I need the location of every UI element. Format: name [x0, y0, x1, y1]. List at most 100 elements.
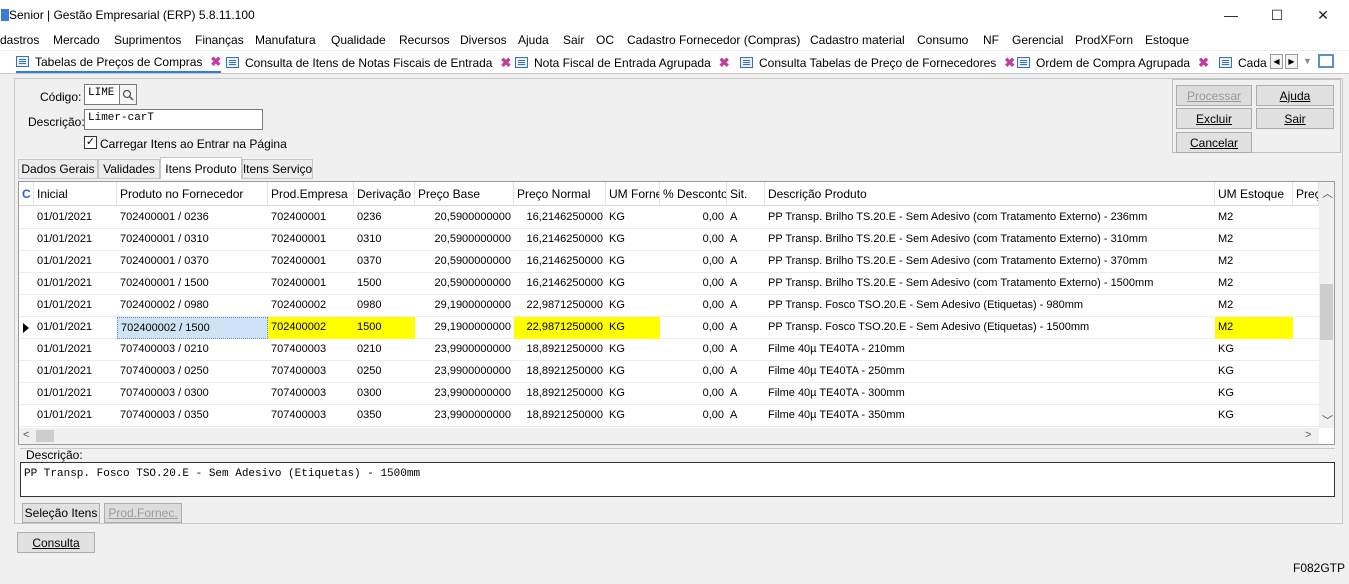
cell-desconto[interactable]: 0,00: [660, 251, 727, 273]
cell-desconto[interactable]: 0,00: [660, 405, 727, 427]
cell-prod-empresa[interactable]: 707400003: [268, 405, 354, 427]
menu-diversos[interactable]: Diversos: [460, 33, 507, 47]
menu-oc[interactable]: OC: [596, 33, 614, 47]
close-tab-icon[interactable]: ✖: [500, 55, 511, 71]
cell-sit[interactable]: A: [727, 273, 765, 295]
cell-um-forne[interactable]: KG: [606, 383, 660, 405]
grid-vertical-scrollbar[interactable]: ︿ ﹀: [1319, 182, 1334, 428]
cell-descricao-produto[interactable]: PP Transp. Fosco TSO.20.E - Sem Adesivo …: [765, 317, 1215, 339]
close-button[interactable]: ✕: [1300, 0, 1346, 30]
processar-button[interactable]: Processar: [1176, 85, 1252, 106]
cell-sit[interactable]: A: [727, 317, 765, 339]
cell-sit[interactable]: A: [727, 295, 765, 317]
cell-inicial[interactable]: 01/01/2021: [34, 229, 117, 251]
cell-preco-normal[interactable]: 16,2146250000: [514, 251, 606, 273]
menu-financas[interactable]: Finanças: [195, 33, 244, 47]
cell-preco-normal[interactable]: 16,2146250000: [514, 273, 606, 295]
cell-desconto[interactable]: 0,00: [660, 207, 727, 229]
cell-preco-base[interactable]: 23,9900000000: [415, 339, 514, 361]
cell-um-forne[interactable]: KG: [606, 229, 660, 251]
table-row[interactable]: 01/01/2021 702400001 / 0310 702400001 0310 2…: [19, 229, 1319, 251]
cell-inicial[interactable]: 01/01/2021: [34, 251, 117, 273]
cell-sit[interactable]: A: [727, 251, 765, 273]
subtab-itens-produto[interactable]: Itens Produto: [160, 157, 242, 179]
cell-preco-normal[interactable]: 16,2146250000: [514, 229, 606, 251]
cell-um-estoque[interactable]: M2: [1215, 273, 1293, 295]
cell-inicial[interactable]: 01/01/2021: [34, 339, 117, 361]
cell-sit[interactable]: A: [727, 207, 765, 229]
cell-derivacao[interactable]: 0236: [354, 207, 415, 229]
cell-derivacao[interactable]: 0210: [354, 339, 415, 361]
cell-produto-fornecedor[interactable]: 707400003 / 0300: [117, 383, 268, 405]
cell-produto-fornecedor[interactable]: 702400001 / 0236: [117, 207, 268, 229]
menu-sair[interactable]: Sair: [563, 33, 584, 47]
column-header-descricao-produto[interactable]: Descrição Produto: [765, 182, 1215, 206]
prod-fornec-button[interactable]: Prod.Fornec.: [104, 503, 182, 523]
scroll-left-icon[interactable]: <: [23, 429, 29, 441]
menu-cadastro-material[interactable]: Cadastro material: [810, 33, 905, 47]
cell-um-estoque[interactable]: M2: [1215, 229, 1293, 251]
cell-descricao-produto[interactable]: Filme 40µ TE40TA - 300mm: [765, 383, 1215, 405]
cell-um-forne[interactable]: KG: [606, 361, 660, 383]
cell-preco-base[interactable]: 20,5900000000: [415, 229, 514, 251]
cell-inicial[interactable]: 01/01/2021: [34, 207, 117, 229]
cell-sit[interactable]: A: [727, 229, 765, 251]
menu-estoque[interactable]: Estoque: [1145, 33, 1189, 47]
cell-inicial[interactable]: 01/01/2021: [34, 361, 117, 383]
menu-qualidade[interactable]: Qualidade: [331, 33, 386, 47]
cell-produto-fornecedor[interactable]: 707400003 / 0350: [117, 405, 268, 427]
cell-um-forne[interactable]: KG: [606, 273, 660, 295]
table-row[interactable]: 01/01/2021 702400001 / 1500 702400001 1500 2…: [19, 273, 1319, 295]
cell-um-forne[interactable]: KG: [606, 317, 660, 339]
cell-derivacao[interactable]: 0980: [354, 295, 415, 317]
excluir-button[interactable]: Excluir: [1176, 108, 1252, 129]
cell-derivacao[interactable]: 1500: [354, 317, 415, 339]
cell-derivacao[interactable]: 0370: [354, 251, 415, 273]
menu-mercado[interactable]: Mercado: [53, 33, 100, 47]
tab-cada[interactable]: Cada: [1219, 52, 1267, 73]
cell-produto-fornecedor[interactable]: 707400003 / 0250: [117, 361, 268, 383]
cell-inicial[interactable]: 01/01/2021: [34, 317, 117, 339]
table-row[interactable]: 01/01/2021 707400003 / 0300 707400003 0300 2…: [19, 383, 1319, 405]
cell-preco-base[interactable]: 23,9900000000: [415, 383, 514, 405]
cell-um-forne[interactable]: KG: [606, 251, 660, 273]
column-header-sit[interactable]: Sit.: [727, 182, 765, 206]
scroll-down-icon[interactable]: ﹀: [1322, 412, 1333, 428]
cell-um-forne[interactable]: KG: [606, 295, 660, 317]
cell-preco-base[interactable]: 29,1900000000: [415, 295, 514, 317]
subtab-validades[interactable]: Validades: [98, 159, 160, 179]
cell-inicial[interactable]: 01/01/2021: [34, 273, 117, 295]
cell-prod-empresa[interactable]: 702400001: [268, 207, 354, 229]
cell-produto-fornecedor[interactable]: 702400002 / 1500: [117, 317, 268, 339]
cell-derivacao[interactable]: 0310: [354, 229, 415, 251]
cell-um-estoque[interactable]: KG: [1215, 339, 1293, 361]
cell-prod-empresa[interactable]: 702400001: [268, 229, 354, 251]
consulta-button[interactable]: Consulta: [17, 532, 95, 553]
cell-desconto[interactable]: 0,00: [660, 361, 727, 383]
cell-produto-fornecedor[interactable]: 702400001 / 0310: [117, 229, 268, 251]
column-header-preco-base[interactable]: Preço Base: [415, 182, 514, 206]
cell-produto-fornecedor[interactable]: 702400002 / 0980: [117, 295, 268, 317]
cell-preco-normal[interactable]: 18,8921250000: [514, 383, 606, 405]
maximize-button[interactable]: ☐: [1254, 0, 1300, 30]
codigo-search-button[interactable]: [119, 84, 137, 105]
column-header-prod-empresa[interactable]: Prod.Empresa: [268, 182, 354, 206]
cell-um-estoque[interactable]: KG: [1215, 383, 1293, 405]
column-header-preco[interactable]: Preç: [1293, 182, 1319, 206]
table-row[interactable]: 01/01/2021 702400002 / 0980 702400002 0980 2…: [19, 295, 1319, 317]
cell-desconto[interactable]: 0,00: [660, 383, 727, 405]
cell-um-estoque[interactable]: M2: [1215, 251, 1293, 273]
menu-gerencial[interactable]: Gerencial: [1012, 33, 1063, 47]
cell-sit[interactable]: A: [727, 339, 765, 361]
close-tab-icon[interactable]: ✖: [1004, 55, 1015, 71]
cell-um-estoque[interactable]: M2: [1215, 317, 1293, 339]
column-header-desconto[interactable]: % Desconto: [660, 182, 727, 206]
cell-descricao-produto[interactable]: Filme 40µ TE40TA - 250mm: [765, 361, 1215, 383]
cell-preco-base[interactable]: 23,9900000000: [415, 361, 514, 383]
tab-ordem-compra-agrupada[interactable]: Ordem de Compra Agrupada ✖: [1017, 52, 1209, 73]
tab-consulta-tabelas-preco[interactable]: Consulta Tabelas de Preço de Fornecedore…: [740, 52, 1015, 73]
descricao-produto-textarea[interactable]: PP Transp. Fosco TSO.20.E - Sem Adesivo …: [20, 462, 1335, 497]
tab-list-dropdown-icon[interactable]: ▼: [1303, 56, 1312, 66]
cell-preco-base[interactable]: 23,9900000000: [415, 405, 514, 427]
cell-prod-empresa[interactable]: 702400002: [268, 317, 354, 339]
